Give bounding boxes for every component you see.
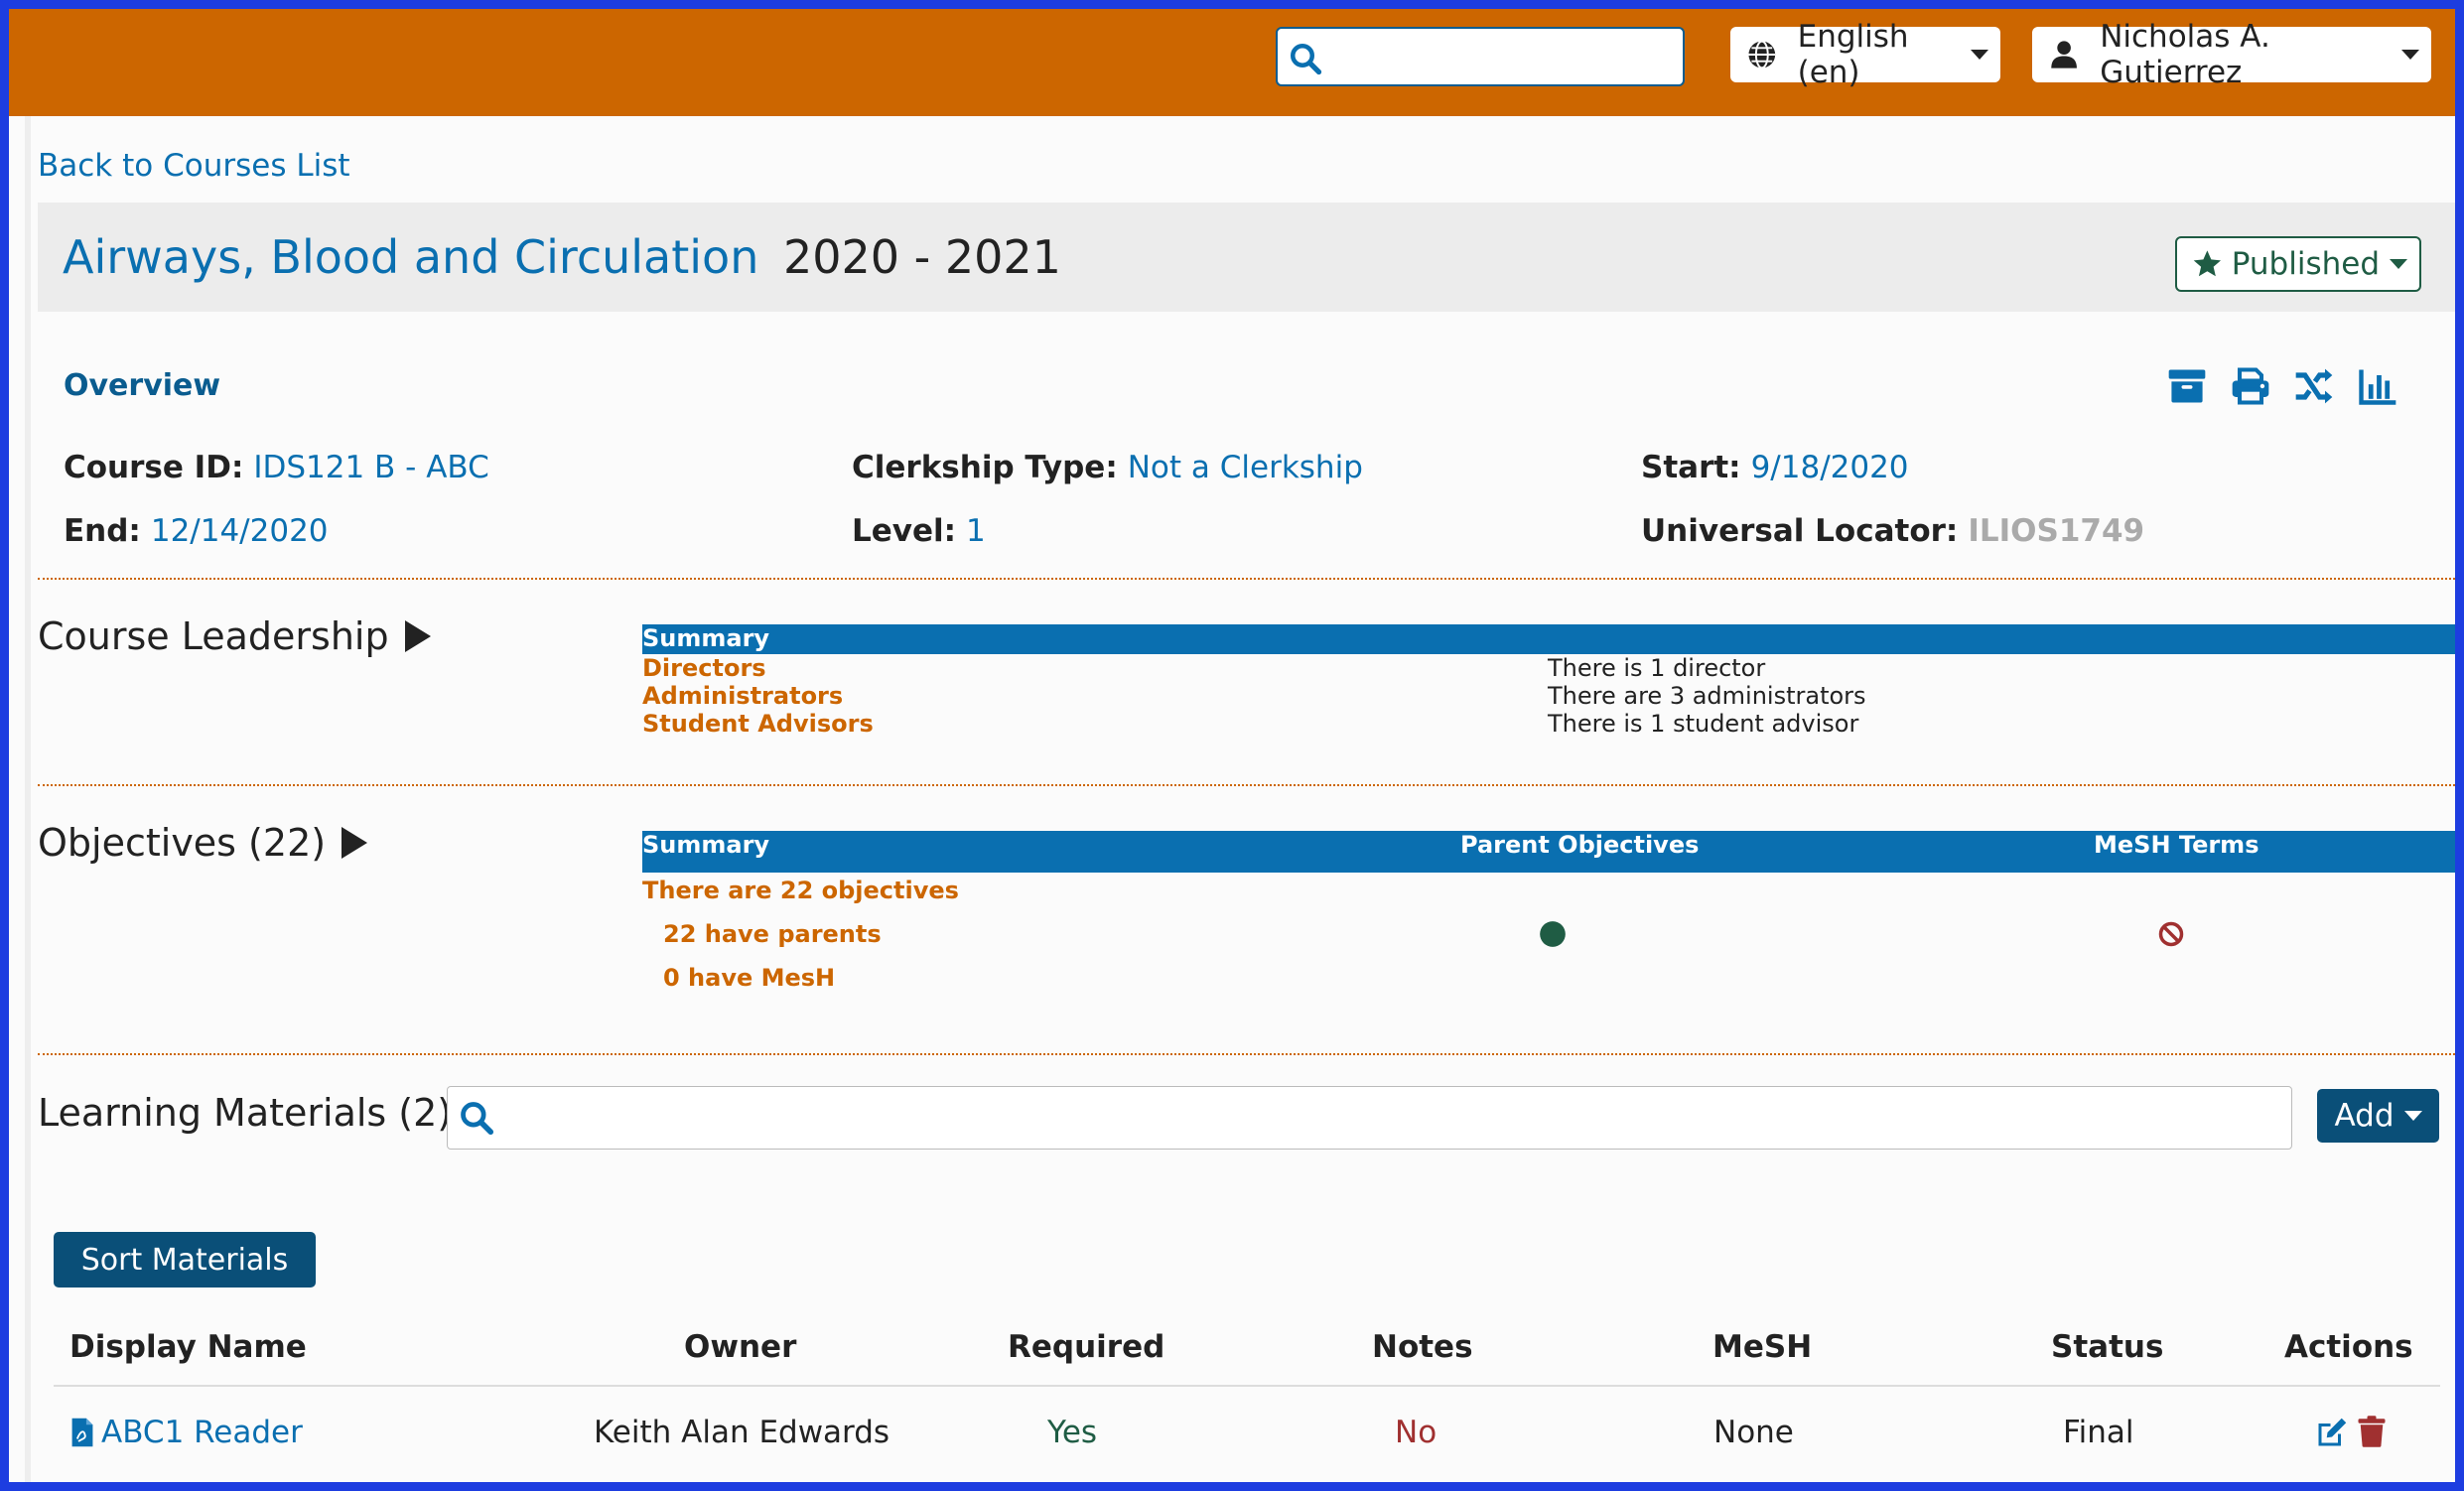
universal-locator-field: Universal Locator: ILIOS1749 bbox=[1641, 513, 2144, 549]
chart-icon[interactable] bbox=[2356, 364, 2399, 408]
column-header-status[interactable]: Status bbox=[2051, 1329, 2163, 1365]
course-title-bar: Airways, Blood and Circulation 2020 - 20… bbox=[38, 203, 2455, 312]
field-label: Start: bbox=[1641, 450, 1741, 485]
complete-circle-icon bbox=[1540, 921, 1566, 947]
leadership-advisors-label: Student Advisors bbox=[642, 710, 874, 738]
table-header-divider bbox=[54, 1385, 2440, 1387]
chevron-down-icon bbox=[1971, 50, 1988, 60]
universal-locator-value: ILIOS1749 bbox=[1968, 513, 2145, 549]
end-date-value[interactable]: 12/14/2020 bbox=[151, 513, 329, 549]
overview-heading: Overview bbox=[64, 368, 221, 403]
back-to-courses-link[interactable]: Back to Courses List bbox=[38, 148, 350, 184]
course-leadership-title: Course Leadership bbox=[38, 614, 389, 658]
chevron-down-icon bbox=[2390, 259, 2407, 269]
publish-status-label: Published bbox=[2231, 246, 2380, 282]
field-label: Universal Locator: bbox=[1641, 513, 1959, 549]
course-name[interactable]: Airways, Blood and Circulation bbox=[63, 230, 758, 284]
course-title: Airways, Blood and Circulation 2020 - 20… bbox=[63, 230, 1061, 284]
section-divider bbox=[38, 784, 2455, 786]
objectives-summary-header: Summary Parent Objectives MeSH Terms bbox=[642, 831, 2455, 873]
material-required[interactable]: Yes bbox=[1047, 1415, 1097, 1450]
field-label: End: bbox=[64, 513, 141, 549]
column-header-required[interactable]: Required bbox=[1008, 1329, 1164, 1365]
clerkship-type-value[interactable]: Not a Clerkship bbox=[1128, 450, 1363, 485]
search-icon bbox=[461, 1102, 494, 1136]
section-divider bbox=[38, 1053, 2455, 1055]
clerkship-type-field: Clerkship Type: Not a Clerkship bbox=[852, 450, 1363, 485]
sort-materials-button[interactable]: Sort Materials bbox=[54, 1232, 316, 1288]
objectives-have-parents: 22 have parents bbox=[663, 920, 882, 948]
table-row: ABC1 Reader bbox=[69, 1415, 303, 1450]
print-icon[interactable] bbox=[2229, 364, 2272, 408]
language-selector[interactable]: English (en) bbox=[1730, 19, 2000, 90]
objectives-total: There are 22 objectives bbox=[642, 877, 959, 904]
column-header-actions: Actions bbox=[2284, 1329, 2413, 1365]
course-leadership-toggle[interactable]: Course Leadership bbox=[38, 614, 431, 658]
field-label: Level: bbox=[852, 513, 957, 549]
start-date-field: Start: 9/18/2020 bbox=[1641, 450, 1909, 485]
expand-arrow-icon bbox=[404, 620, 431, 652]
field-label: Clerkship Type: bbox=[852, 450, 1118, 485]
app-frame: English (en) Nicholas A. Gutierrez Back … bbox=[9, 9, 2455, 1482]
learning-materials-title: Learning Materials (2) bbox=[38, 1091, 452, 1135]
leadership-summary-header: Summary bbox=[642, 624, 2455, 654]
column-header-display-name[interactable]: Display Name bbox=[69, 1329, 307, 1365]
publish-status-button[interactable]: Published bbox=[2175, 236, 2421, 292]
left-rail bbox=[25, 116, 31, 1482]
pdf-file-icon bbox=[71, 1418, 93, 1447]
leadership-directors-text: There is 1 director bbox=[1548, 654, 1766, 682]
level-field: Level: 1 bbox=[852, 513, 986, 549]
course-id-value[interactable]: IDS121 B - ABC bbox=[253, 450, 488, 485]
leadership-advisors-text: There is 1 student advisor bbox=[1548, 710, 1859, 738]
archive-icon[interactable] bbox=[2165, 364, 2209, 408]
objectives-toggle[interactable]: Objectives (22) bbox=[38, 821, 368, 865]
top-header-bar: English (en) Nicholas A. Gutierrez bbox=[9, 9, 2455, 116]
learning-materials-search-input[interactable] bbox=[447, 1086, 2292, 1150]
mesh-terms-header: MeSH Terms bbox=[2094, 831, 2259, 859]
leadership-administrators-label: Administrators bbox=[642, 682, 844, 710]
overview-toolbar bbox=[2165, 364, 2399, 408]
leadership-directors-label: Directors bbox=[642, 654, 766, 682]
language-label: English (en) bbox=[1797, 19, 1909, 90]
expand-arrow-icon bbox=[342, 827, 368, 859]
material-display-name[interactable]: ABC1 Reader bbox=[101, 1415, 303, 1450]
chevron-down-icon bbox=[2403, 1111, 2422, 1121]
shuffle-icon[interactable] bbox=[2292, 364, 2336, 408]
column-header-mesh[interactable]: MeSH bbox=[1712, 1329, 1812, 1365]
objectives-title: Objectives (22) bbox=[38, 821, 327, 865]
star-icon bbox=[2193, 250, 2222, 277]
course-year: 2020 - 2021 bbox=[782, 230, 1061, 284]
column-header-notes[interactable]: Notes bbox=[1372, 1329, 1473, 1365]
material-owner: Keith Alan Edwards bbox=[594, 1415, 890, 1450]
material-mesh[interactable]: None bbox=[1713, 1415, 1794, 1450]
start-date-value[interactable]: 9/18/2020 bbox=[1751, 450, 1909, 485]
no-entry-icon bbox=[2158, 921, 2184, 947]
parent-objectives-header: Parent Objectives bbox=[1460, 831, 1700, 859]
material-notes[interactable]: No bbox=[1395, 1415, 1437, 1450]
user-menu[interactable]: Nicholas A. Gutierrez bbox=[2032, 19, 2431, 90]
leadership-administrators-text: There are 3 administrators bbox=[1548, 682, 1866, 710]
material-status: Final bbox=[2063, 1415, 2134, 1450]
field-label: Course ID: bbox=[64, 450, 244, 485]
add-label: Add bbox=[2334, 1098, 2395, 1134]
globe-icon bbox=[1748, 40, 1776, 69]
learning-materials-title-text: Learning Materials (2) bbox=[38, 1091, 453, 1135]
objectives-have-mesh: 0 have MesH bbox=[663, 964, 836, 992]
section-divider bbox=[38, 578, 2455, 580]
search-icon bbox=[1291, 44, 1322, 75]
summary-label: Summary bbox=[642, 831, 770, 859]
course-id-field: Course ID: IDS121 B - ABC bbox=[64, 450, 489, 485]
summary-label: Summary bbox=[642, 624, 770, 652]
user-icon bbox=[2051, 41, 2077, 68]
level-value[interactable]: 1 bbox=[966, 513, 986, 549]
end-date-field: End: 12/14/2020 bbox=[64, 513, 329, 549]
trash-icon[interactable] bbox=[2354, 1413, 2390, 1450]
global-search-input[interactable] bbox=[1276, 27, 1685, 86]
user-name: Nicholas A. Gutierrez bbox=[2100, 19, 2270, 90]
edit-icon[interactable] bbox=[2314, 1415, 2350, 1450]
column-header-owner[interactable]: Owner bbox=[684, 1329, 796, 1365]
chevron-down-icon bbox=[2401, 50, 2419, 60]
add-material-button[interactable]: Add bbox=[2317, 1089, 2439, 1143]
